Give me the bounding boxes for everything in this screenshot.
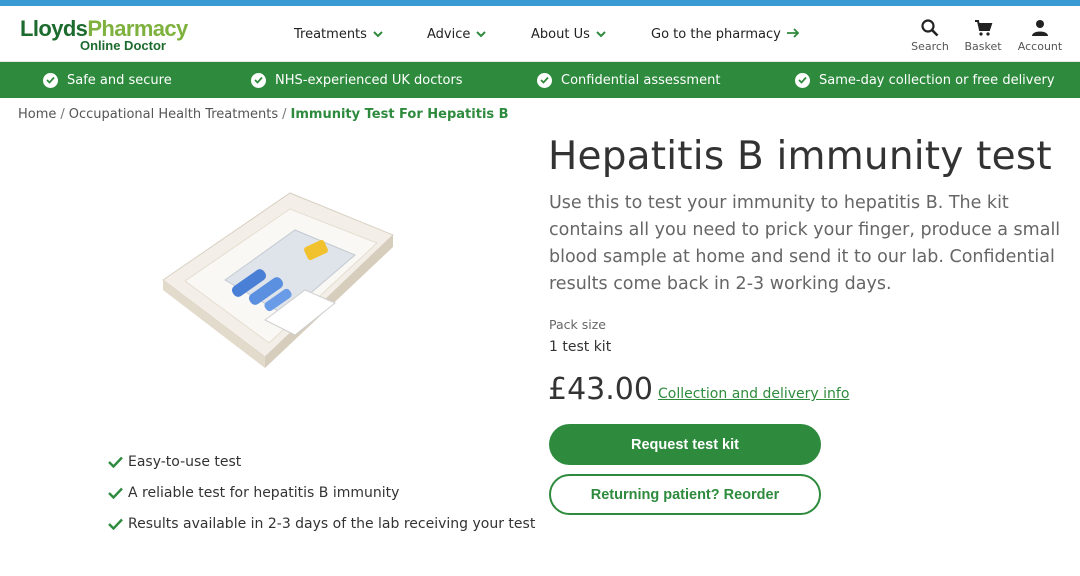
breadcrumb-separator: / xyxy=(60,107,65,122)
delivery-info-link[interactable]: Collection and delivery info xyxy=(658,386,849,402)
list-item: Easy-to-use test xyxy=(108,446,535,477)
logo-text-lloyds: Lloyds xyxy=(20,16,88,41)
nav-pharmacy-label: Go to the pharmacy xyxy=(651,26,781,42)
trust-item: Same-day collection or free delivery xyxy=(795,62,1055,98)
trust-item-label: NHS-experienced UK doctors xyxy=(275,72,463,88)
account-label: Account xyxy=(1017,40,1063,53)
search-button[interactable]: Search xyxy=(905,18,955,53)
check-circle-icon xyxy=(43,72,58,88)
list-item: A reliable test for hepatitis B immunity xyxy=(108,477,535,508)
benefit-text: Easy-to-use test xyxy=(128,453,242,470)
basket-label: Basket xyxy=(964,40,1002,53)
trust-bar: Safe and secure NHS-experienced UK docto… xyxy=(0,62,1080,98)
search-icon xyxy=(921,19,939,37)
nav-treatments-label: Treatments xyxy=(294,26,367,42)
page-title: Hepatitis B immunity test xyxy=(548,134,1052,179)
product-image xyxy=(155,185,405,370)
pack-size-label: Pack size xyxy=(549,317,606,332)
trust-item: Safe and secure xyxy=(43,62,172,98)
nav-treatments[interactable]: Treatments xyxy=(294,6,383,62)
benefit-text: A reliable test for hepatitis B immunity xyxy=(128,484,400,501)
basket-icon xyxy=(975,20,993,36)
breadcrumb-separator: / xyxy=(282,107,287,122)
basket-button[interactable]: Basket xyxy=(958,18,1008,53)
check-circle-icon xyxy=(251,72,266,88)
nav-about-us[interactable]: About Us xyxy=(531,6,606,62)
arrow-right-icon xyxy=(786,26,800,42)
product-price: £43.00 xyxy=(548,372,653,407)
trust-item-label: Confidential assessment xyxy=(561,72,721,88)
list-item: Results available in 2-3 days of the lab… xyxy=(108,508,535,539)
trust-item-label: Same-day collection or free delivery xyxy=(819,72,1055,88)
reorder-button[interactable]: Returning patient? Reorder xyxy=(549,474,821,515)
check-icon xyxy=(108,456,124,468)
breadcrumb-category-link[interactable]: Occupational Health Treatments xyxy=(69,107,278,122)
account-icon xyxy=(1032,20,1048,36)
nav-advice-label: Advice xyxy=(427,26,471,42)
chevron-down-icon xyxy=(476,30,487,38)
site-logo[interactable]: LloydsPharmacy Online Doctor xyxy=(20,16,188,53)
check-circle-icon xyxy=(795,72,810,88)
benefit-text: Results available in 2-3 days of the lab… xyxy=(128,515,536,532)
trust-item: Confidential assessment xyxy=(537,62,720,98)
breadcrumb: Home / Occupational Health Treatments / Immu… xyxy=(18,107,509,122)
search-label: Search xyxy=(911,40,949,53)
trust-item: NHS-experienced UK doctors xyxy=(251,62,463,98)
pack-size-value: 1 test kit xyxy=(549,339,612,355)
check-icon xyxy=(108,518,124,530)
account-button[interactable]: Account xyxy=(1015,18,1065,53)
trust-item-label: Safe and secure xyxy=(67,72,172,88)
breadcrumb-current: Immunity Test For Hepatitis B xyxy=(290,107,509,122)
product-description: Use this to test your immunity to hepati… xyxy=(549,193,1061,294)
benefits-list: Easy-to-use test A reliable test for hep… xyxy=(108,446,535,539)
breadcrumb-home-link[interactable]: Home xyxy=(18,107,56,122)
nav-about-label: About Us xyxy=(531,26,590,42)
chevron-down-icon xyxy=(373,30,383,38)
check-icon xyxy=(108,487,124,499)
request-test-kit-button[interactable]: Request test kit xyxy=(549,424,821,465)
site-header: LloydsPharmacy Online Doctor Treatments … xyxy=(0,6,1080,62)
nav-go-to-pharmacy[interactable]: Go to the pharmacy xyxy=(651,6,800,62)
nav-advice[interactable]: Advice xyxy=(427,6,487,62)
check-circle-icon xyxy=(537,72,552,88)
chevron-down-icon xyxy=(596,30,606,38)
